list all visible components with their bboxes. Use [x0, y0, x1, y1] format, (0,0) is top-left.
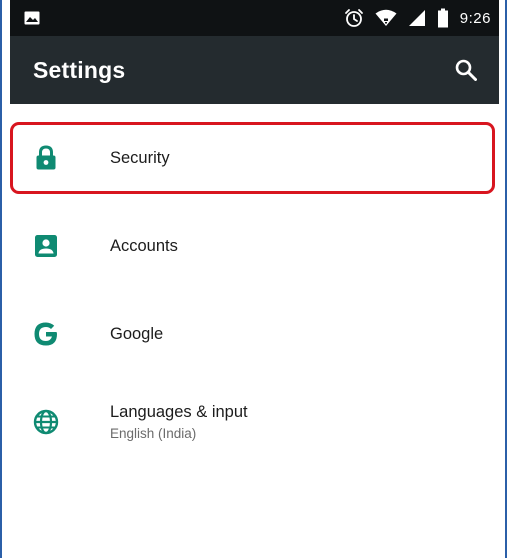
- search-button[interactable]: [451, 55, 481, 85]
- app-bar: Settings: [10, 36, 499, 104]
- status-bar: 9:26: [10, 0, 499, 36]
- settings-item-security[interactable]: Security: [10, 114, 499, 202]
- settings-item-label: Languages & input: [110, 403, 248, 421]
- alarm-icon: [344, 8, 364, 28]
- settings-item-label: Accounts: [110, 236, 178, 255]
- settings-item-label: Google: [110, 324, 164, 343]
- settings-list: Security Accounts Google Languages & inp…: [10, 104, 499, 466]
- phone-screen: 9:26 Settings Security Accounts Google L…: [0, 0, 507, 558]
- settings-item-google[interactable]: Google: [10, 290, 499, 378]
- battery-icon: [437, 8, 449, 28]
- settings-item-summary: English (India): [110, 426, 197, 441]
- account-box-icon: [32, 232, 60, 260]
- image-icon: [24, 11, 40, 25]
- status-time: 9:26: [459, 9, 491, 27]
- settings-item-accounts[interactable]: Accounts: [10, 202, 499, 290]
- settings-item-languages[interactable]: Languages & input English (India): [10, 378, 499, 466]
- lock-icon: [32, 144, 60, 172]
- signal-icon: [408, 9, 426, 27]
- wifi-icon: [375, 9, 397, 27]
- search-icon: [455, 59, 477, 81]
- page-title: Settings: [33, 56, 126, 83]
- google-icon: [32, 320, 60, 348]
- globe-icon: [32, 408, 60, 436]
- settings-item-label: Security: [110, 148, 170, 167]
